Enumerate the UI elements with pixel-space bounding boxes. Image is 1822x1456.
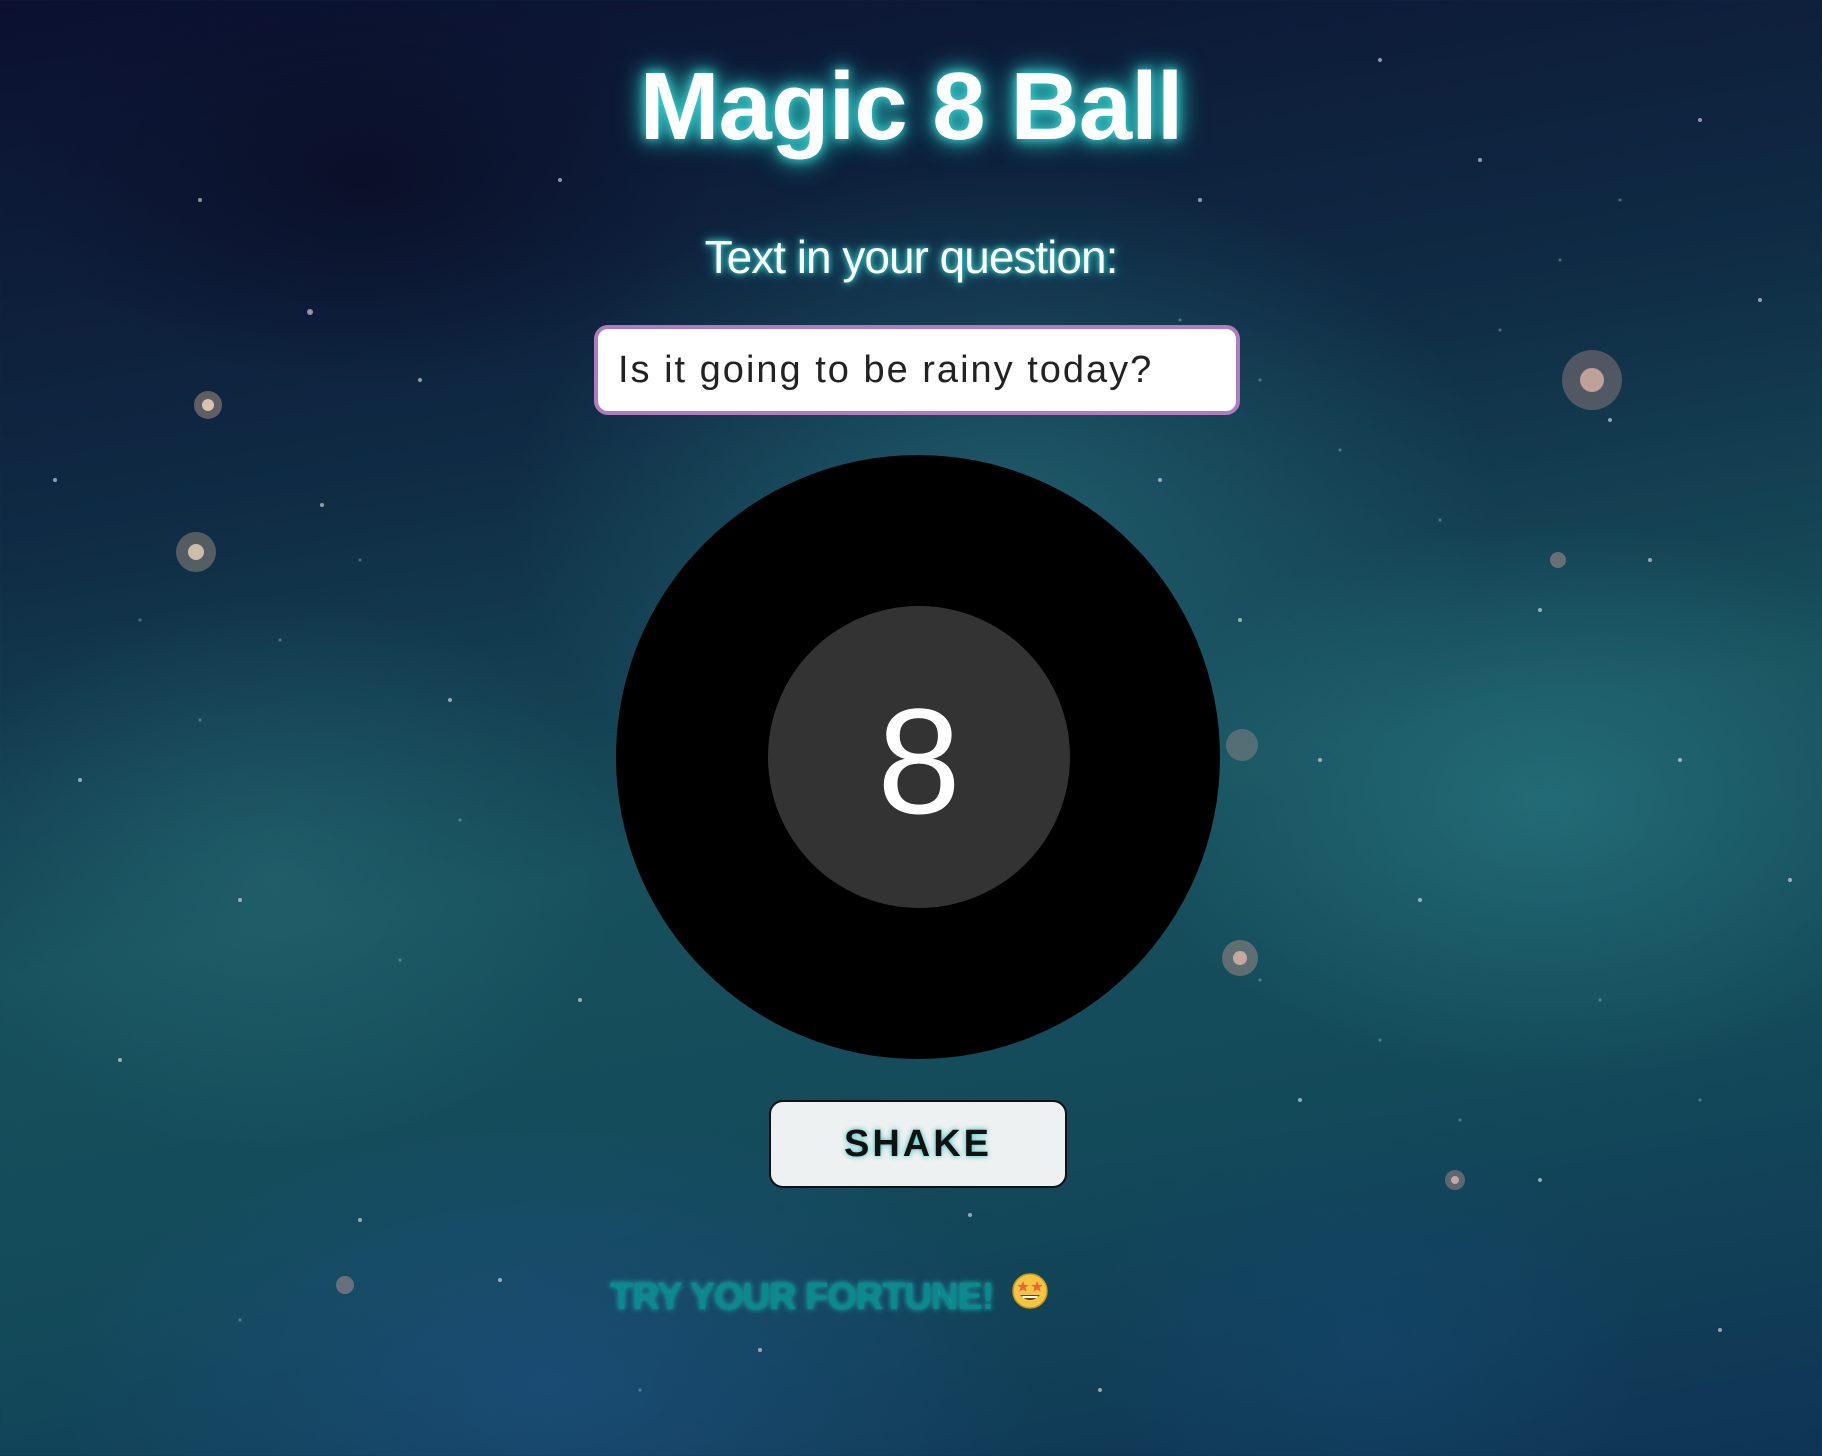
tagline: TRY YOUR FORTUNE! [610,1273,1049,1320]
question-prompt-label: Text in your question: [704,231,1119,283]
page-title: Magic 8 Ball [639,53,1184,160]
shake-button[interactable]: SHAKE [769,1100,1067,1188]
ball-window: 8 [768,606,1070,908]
star-struck-emoji-icon [1011,1272,1049,1320]
tagline-text: TRY YOUR FORTUNE! [610,1276,994,1318]
question-input[interactable] [594,325,1240,415]
magic-8-ball: 8 [616,455,1220,1059]
ball-number: 8 [877,677,961,845]
